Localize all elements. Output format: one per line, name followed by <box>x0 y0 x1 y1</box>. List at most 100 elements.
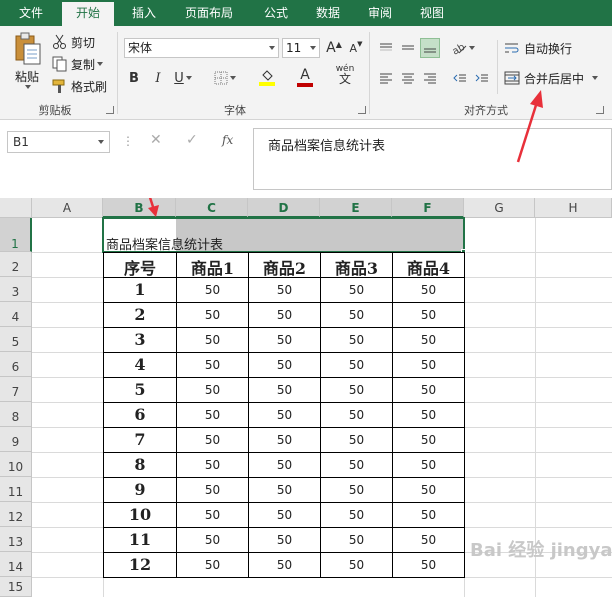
orientation-button[interactable]: ab <box>448 38 478 58</box>
table-cell[interactable]: 50 <box>177 283 248 297</box>
align-bottom-button[interactable] <box>420 38 440 58</box>
table-cell[interactable]: 50 <box>249 333 320 347</box>
table-cell[interactable]: 50 <box>249 533 320 547</box>
increase-indent-button[interactable] <box>472 68 492 88</box>
row-header-4[interactable]: 4 <box>0 302 32 327</box>
shrink-font-button[interactable]: A ▼ <box>346 38 366 58</box>
table-cell[interactable]: 50 <box>393 333 464 347</box>
table-cell[interactable]: 50 <box>393 433 464 447</box>
table-cell[interactable]: 50 <box>249 558 320 572</box>
italic-button[interactable]: I <box>148 68 168 88</box>
tab-home[interactable]: 开始 <box>62 2 114 26</box>
wrap-text-button[interactable]: 自动换行 <box>504 38 572 58</box>
table-header-cell[interactable]: 商品3 <box>321 255 392 279</box>
decrease-indent-button[interactable] <box>450 68 470 88</box>
table-cell[interactable]: 50 <box>177 433 248 447</box>
table-cell[interactable]: 50 <box>321 533 392 547</box>
serial-number-cell[interactable]: 4 <box>104 355 176 374</box>
table-cell[interactable]: 50 <box>321 558 392 572</box>
table-cell[interactable]: 50 <box>321 483 392 497</box>
underline-button[interactable]: U <box>170 68 196 88</box>
serial-number-cell[interactable]: 5 <box>104 380 176 399</box>
fill-color-button[interactable] <box>252 68 282 88</box>
table-header-cell[interactable]: 商品2 <box>249 255 320 279</box>
table-cell[interactable]: 50 <box>393 508 464 522</box>
serial-number-cell[interactable]: 2 <box>104 305 176 324</box>
table-cell[interactable]: 50 <box>177 458 248 472</box>
align-top-button[interactable] <box>376 38 396 58</box>
table-cell[interactable]: 50 <box>321 333 392 347</box>
font-color-button[interactable]: A <box>290 68 320 88</box>
table-cell[interactable]: 50 <box>249 308 320 322</box>
table-cell[interactable]: 50 <box>393 533 464 547</box>
row-header-10[interactable]: 10 <box>0 452 32 477</box>
row-header-14[interactable]: 14 <box>0 552 32 577</box>
serial-number-cell[interactable]: 9 <box>104 480 176 499</box>
row-header-15[interactable]: 15 <box>0 577 32 597</box>
table-cell[interactable]: 50 <box>393 358 464 372</box>
table-cell[interactable]: 50 <box>393 458 464 472</box>
paste-button[interactable]: 粘贴 <box>8 32 46 98</box>
name-box[interactable]: B1 <box>7 131 110 153</box>
column-header-e[interactable]: E <box>320 198 392 218</box>
tab-page-layout[interactable]: 页面布局 <box>176 0 242 26</box>
tab-view[interactable]: 视图 <box>408 0 456 26</box>
row-header-9[interactable]: 9 <box>0 427 32 452</box>
tab-data[interactable]: 数据 <box>304 0 352 26</box>
row-header-1[interactable]: 1 <box>0 218 32 252</box>
column-header-d[interactable]: D <box>248 198 320 218</box>
table-cell[interactable]: 50 <box>177 383 248 397</box>
table-cell[interactable]: 50 <box>177 308 248 322</box>
table-cell[interactable]: 50 <box>249 483 320 497</box>
column-header-g[interactable]: G <box>464 198 535 218</box>
table-cell[interactable]: 50 <box>393 283 464 297</box>
column-header-c[interactable]: C <box>176 198 248 218</box>
serial-number-cell[interactable]: 1 <box>104 280 176 299</box>
row-header-13[interactable]: 13 <box>0 527 32 552</box>
align-left-button[interactable] <box>376 68 396 88</box>
table-cell[interactable]: 50 <box>177 358 248 372</box>
table-header-cell[interactable]: 商品1 <box>177 255 248 279</box>
table-cell[interactable]: 50 <box>249 358 320 372</box>
format-painter-button[interactable]: 格式刷 <box>52 76 107 96</box>
serial-number-cell[interactable]: 12 <box>104 555 176 574</box>
copy-button[interactable]: 复制 <box>52 54 104 74</box>
table-cell[interactable]: 50 <box>249 508 320 522</box>
merge-dropdown-icon[interactable] <box>592 76 599 80</box>
table-cell[interactable]: 50 <box>393 558 464 572</box>
clipboard-launcher-icon[interactable] <box>106 106 114 114</box>
formula-input[interactable]: 商品档案信息统计表 <box>253 128 612 190</box>
table-cell[interactable]: 50 <box>321 408 392 422</box>
insert-function-icon[interactable]: fx <box>222 133 233 147</box>
font-launcher-icon[interactable] <box>358 106 366 114</box>
align-middle-button[interactable] <box>398 38 418 58</box>
row-header-6[interactable]: 6 <box>0 352 32 377</box>
table-cell[interactable]: 50 <box>249 433 320 447</box>
align-right-button[interactable] <box>420 68 440 88</box>
row-header-3[interactable]: 3 <box>0 277 32 302</box>
table-cell[interactable]: 50 <box>177 408 248 422</box>
table-cell[interactable]: 50 <box>393 483 464 497</box>
cell-b1-title[interactable]: 商品档案信息统计表 <box>106 234 223 253</box>
borders-button[interactable] <box>210 68 240 88</box>
table-cell[interactable]: 50 <box>321 283 392 297</box>
grow-font-button[interactable]: A ▲ <box>324 38 344 58</box>
align-center-button[interactable] <box>398 68 418 88</box>
tab-insert[interactable]: 插入 <box>118 0 170 26</box>
column-header-f[interactable]: F <box>392 198 464 218</box>
table-header-cell[interactable]: 序号 <box>104 255 176 279</box>
table-cell[interactable]: 50 <box>321 508 392 522</box>
cancel-icon[interactable]: ✕ <box>150 132 162 148</box>
row-header-8[interactable]: 8 <box>0 402 32 427</box>
serial-number-cell[interactable]: 10 <box>104 505 176 524</box>
cut-button[interactable]: 剪切 <box>52 32 95 52</box>
column-header-h[interactable]: H <box>535 198 612 218</box>
worksheet-grid[interactable]: A B C D E F G H 1 2 3 4 5 6 7 8 9 10 11 … <box>0 198 612 597</box>
row-header-2[interactable]: 2 <box>0 252 32 277</box>
row-header-5[interactable]: 5 <box>0 327 32 352</box>
font-size-combo[interactable]: 11 <box>282 38 320 58</box>
serial-number-cell[interactable]: 3 <box>104 330 176 349</box>
table-cell[interactable]: 50 <box>249 283 320 297</box>
table-cell[interactable]: 50 <box>249 383 320 397</box>
table-cell[interactable]: 50 <box>177 333 248 347</box>
